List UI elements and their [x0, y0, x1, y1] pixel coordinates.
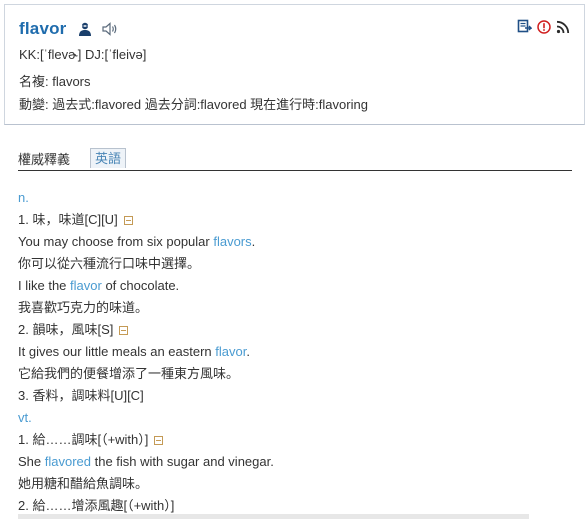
example-sentence: She flavored the fish with sugar and vin…	[18, 454, 274, 469]
bookmark-icon[interactable]	[517, 19, 533, 37]
pronunciation: KK:[ˈflevɚ] DJ:[ˈfleivə]	[19, 47, 147, 62]
example-sentence: It gives our little meals an eastern fla…	[18, 344, 250, 359]
example-sentence: I like the flavor of chocolate.	[18, 278, 180, 293]
sense-definition: 3. 香料，調味料[U][C]	[18, 388, 144, 403]
sense-definition: 2. 韻味，風味[S]	[18, 319, 578, 341]
person-icon[interactable]	[77, 21, 93, 37]
collapse-icon[interactable]	[123, 216, 133, 225]
headword: flavor	[19, 19, 67, 38]
sense-definition: 1. 味，味道[C][U]	[18, 209, 578, 231]
header-icons	[517, 19, 570, 37]
example-translation: 我喜歡巧克力的味道。	[18, 300, 149, 315]
tab-english[interactable]: 英語	[90, 148, 126, 168]
word-row: flavor	[19, 19, 119, 39]
definition-tabs: 權威釋義 英語	[18, 146, 572, 171]
collapse-icon[interactable]	[154, 436, 164, 445]
speaker-icon[interactable]	[101, 21, 119, 37]
example-sentence: You may choose from six popular flavors.	[18, 234, 256, 249]
example-translation: 她用糖和醋給魚調味。	[18, 476, 149, 491]
sense-definition: 1. 給……調味[（+with）]	[18, 429, 578, 451]
entry-header: flavor KK:[ˈflevɚ] DJ:[ˈfleivə] 名複: flav…	[4, 4, 585, 125]
part-of-speech: vt.	[18, 410, 32, 425]
verb-forms: 動變: 過去式:flavored 過去分詞:flavored 現在進行時:fla…	[19, 97, 368, 112]
example-translation: 它給我們的便餐增添了一種東方風味。	[18, 366, 240, 381]
plural-forms: 名複: flavors	[19, 74, 91, 89]
example-translation: 你可以從六種流行口味中選擇。	[18, 256, 201, 271]
part-of-speech: n.	[18, 190, 29, 205]
collapse-icon[interactable]	[119, 326, 129, 335]
rss-icon[interactable]	[556, 20, 570, 37]
definitions: n. 1. 味，味道[C][U] You may choose from six…	[18, 187, 578, 517]
tab-authority[interactable]: 權威釋義	[18, 149, 70, 168]
alert-icon[interactable]	[537, 19, 551, 37]
horizontal-scrollbar[interactable]	[18, 514, 529, 519]
